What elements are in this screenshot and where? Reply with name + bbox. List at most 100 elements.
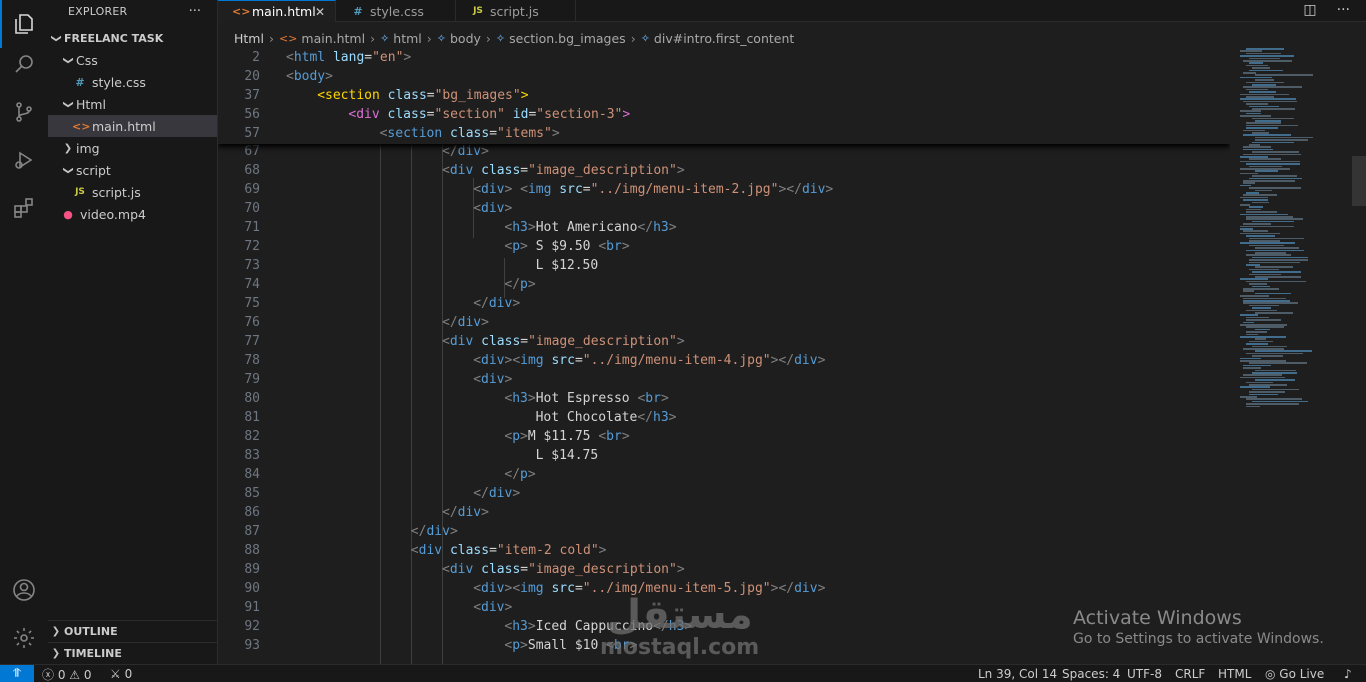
minimap-line [1249,304,1279,307]
line-number: 84 [244,467,260,482]
code-line[interactable]: 74 </p> [218,275,1230,294]
minimap-line [1240,115,1271,117]
code-line[interactable]: 67 </div> [218,142,1230,161]
code-token: img [520,353,544,368]
code-line[interactable]: 87 </div> [218,522,1230,541]
breadcrumb-item[interactable]: body [450,31,481,46]
code-line[interactable]: 83 L $14.75 [218,446,1230,465]
breadcrumb-item[interactable]: div#intro.first_content [654,31,794,46]
vertical-scrollbar[interactable] [1352,44,1366,664]
code-line[interactable]: 82 <p>M $11.75 <br> [218,427,1230,446]
tab-main-html[interactable]: <> main.html ✕ [218,0,336,22]
code-line[interactable]: 78 <div><img src="../img/menu-item-4.jpg"… [218,351,1230,370]
code-line[interactable]: 73 L $12.50 [218,256,1230,275]
code-token: > [481,315,489,330]
line-number: 87 [244,524,260,539]
account-icon[interactable] [0,566,48,614]
code-line[interactable]: 69 <div> <img src="../img/menu-item-2.jpg… [218,180,1230,199]
breadcrumb-item[interactable]: Html [234,31,264,46]
end-of-line[interactable]: CRLF [1175,665,1205,682]
line-number: 85 [244,486,260,501]
code-text: Hot Chocolate</h3> [536,408,677,427]
tree-item[interactable]: ❯ Html [48,93,217,115]
tree-item[interactable]: ● video.mp4 [48,203,217,225]
code-token: </ [473,486,489,501]
code-line[interactable]: 56 <div class="section" id="section-3"> [218,105,1230,124]
more-actions-icon[interactable]: ··· [189,4,201,19]
code-line[interactable]: 85 </div> [218,484,1230,503]
code-token: "bg_images" [434,88,521,103]
tab-style-css[interactable]: # style.css [336,0,456,22]
minimap-line [1243,134,1292,136]
close-icon[interactable]: ✕ [315,5,325,19]
line-number: 72 [244,239,260,254]
code-line[interactable]: 71 <h3>Hot Americano</h3> [218,218,1230,237]
settings-gear-icon[interactable] [0,614,48,662]
code-line[interactable]: 88 <div class="item-2 cold"> [218,541,1230,560]
minimap[interactable] [1232,44,1352,664]
code-line[interactable]: 37 <section class="bg_images"> [218,86,1230,105]
outline-panel[interactable]: ❯ OUTLINE [48,620,217,642]
minimap-line [1243,290,1255,292]
cursor-position[interactable]: Ln 39, Col 14 [978,665,1057,682]
code-line[interactable]: 72 <p> S $9.50 <br> [218,237,1230,256]
code-line[interactable]: 75 </div> [218,294,1230,313]
search-icon[interactable] [0,40,48,88]
code-editor[interactable]: 67 </div> 68 <div class="image_description"… [218,48,1230,664]
code-line[interactable]: 57 <section class="items"> [218,124,1230,143]
code-line[interactable]: 68 <div class="image_description"> [218,161,1230,180]
more-actions-icon[interactable]: ··· [1337,2,1350,18]
minimap-line [1246,127,1278,129]
sticky-scroll[interactable]: 2 <html lang="en"> 20 <body> 37 <section clas… [218,48,1230,144]
tree-item[interactable]: ❯ img [48,137,217,159]
extensions-icon[interactable] [0,184,48,232]
code-line[interactable]: 76 </div> [218,313,1230,332]
breadcrumb-item[interactable]: main.html [301,31,365,46]
breadcrumb-item[interactable]: html [393,31,421,46]
code-line[interactable]: 79 <div> [218,370,1230,389]
code-line[interactable]: 81 Hot Chocolate</h3> [218,408,1230,427]
go-live-button[interactable]: ◎ Go Live [1265,665,1324,682]
minimap-line [1246,88,1268,91]
tree-item[interactable]: JS script.js [48,181,217,203]
code-token: </ [504,277,521,292]
code-token: section [325,88,380,103]
notifications-icon[interactable]: ♪ [1344,665,1352,682]
indentation[interactable]: Spaces: 4 [1062,665,1120,682]
minimap-line [1240,232,1281,235]
code-line[interactable]: 77 <div class="image_description"> [218,332,1230,351]
code-line[interactable]: 80 <h3>Hot Espresso <br> [218,389,1230,408]
minimap-line [1249,165,1283,168]
ports-indicator[interactable]: ⚔ 0 [110,665,132,682]
code-line[interactable]: 86 </div> [218,503,1230,522]
timeline-panel[interactable]: ❯ TIMELINE [48,642,217,664]
language-mode[interactable]: HTML [1218,665,1251,682]
code-token: </ [504,467,521,482]
tree-item[interactable]: ❯ script [48,159,217,181]
tree-item[interactable]: # style.css [48,71,217,93]
remote-icon[interactable]: ⥣ [0,664,34,682]
code-line[interactable]: 84 </p> [218,465,1230,484]
code-line[interactable]: 70 <div> [218,199,1230,218]
run-debug-icon[interactable] [0,136,48,184]
tab-script-js[interactable]: JS script.js [456,0,576,22]
file-type-icon: # [75,75,85,89]
source-control-icon[interactable] [0,88,48,136]
minimap-line [1240,196,1268,199]
split-editor-icon[interactable]: ◫ [1303,2,1316,18]
problems-indicator[interactable]: ⓧ 0 ⚠ 0 [42,665,91,682]
tree-item[interactable]: <> main.html [48,115,217,137]
breadcrumb-item[interactable]: section.bg_images [509,31,626,46]
code-text: <div class="image_description"> [442,560,685,579]
css-file-icon: # [353,4,363,18]
code-line[interactable]: 89 <div class="image_description"> [218,560,1230,579]
code-line[interactable]: 20 <body> [218,67,1230,86]
tree-item[interactable]: ❯ Css [48,49,217,71]
project-folder[interactable]: ❯ FREELANC TASK [48,27,217,49]
scroll-thumb[interactable] [1352,156,1366,206]
code-line[interactable]: 2 <html lang="en"> [218,48,1230,67]
minimap-line [1252,307,1271,309]
encoding[interactable]: UTF-8 [1127,665,1162,682]
code-token: > [527,220,536,235]
